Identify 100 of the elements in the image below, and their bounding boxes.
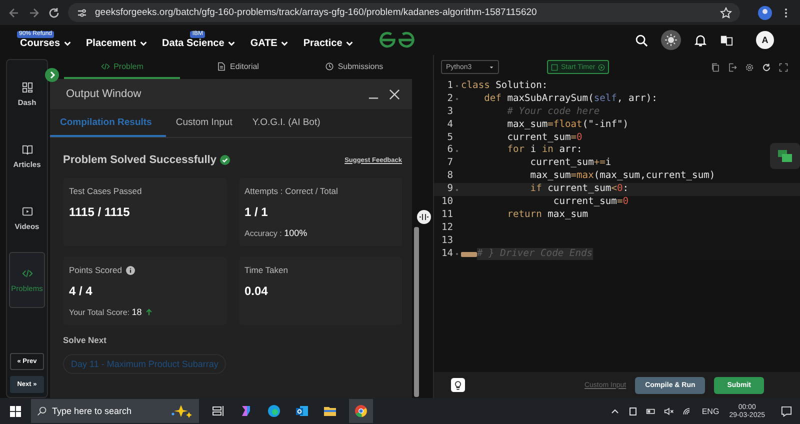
line-number: 11 <box>440 208 453 222</box>
code-line: current_sum=0 <box>506 132 582 144</box>
resize-handle-icon[interactable] <box>417 210 431 224</box>
forward-icon[interactable] <box>28 6 40 18</box>
star-icon[interactable] <box>720 6 732 18</box>
code-icon <box>100 62 110 70</box>
line-number: 4 <box>446 118 453 132</box>
nav-menu[interactable]: Courses <box>20 38 72 49</box>
settings-icon[interactable] <box>745 62 754 72</box>
profile-icon[interactable] <box>758 6 772 20</box>
line-number: 5 <box>446 132 453 144</box>
status-heading: Problem Solved Successfully <box>63 154 216 166</box>
line-number: 1 <box>446 80 453 93</box>
search-field[interactable]: Type here to search <box>52 406 164 416</box>
code-line: class Solution: <box>461 80 548 93</box>
card-title: Time Taken <box>244 265 288 275</box>
output-tab[interactable]: Custom Input <box>166 109 242 137</box>
theme-toggle-icon[interactable] <box>661 30 681 50</box>
code-line: current_sum=0 <box>552 196 629 209</box>
battery-icon[interactable] <box>646 406 656 416</box>
address-bar[interactable]: geeksforgeeks.org/batch/gfg-160-problems/track/arrays-gfg-160/problem/kadanes-algorithm-1587115620 <box>68 3 740 22</box>
windows-start-icon[interactable] <box>10 406 21 416</box>
chevron-down-icon <box>280 39 290 48</box>
chevron-down-icon <box>139 39 148 48</box>
line-number: 12 <box>440 222 453 235</box>
wifi-icon[interactable] <box>682 406 692 416</box>
dashboard-icon <box>22 82 32 92</box>
speaker-muted-icon[interactable] <box>664 406 674 416</box>
avatar[interactable]: A <box>756 31 774 49</box>
check-circle-icon <box>220 155 230 165</box>
nav-menu[interactable]: GATE <box>250 38 290 49</box>
caret-icon <box>489 64 494 70</box>
logo-icon[interactable] <box>378 30 416 50</box>
line-number: 9 <box>446 183 453 196</box>
card-title: Test Cases Passed <box>69 186 142 196</box>
play-icon <box>598 64 606 70</box>
line-number: 2 <box>446 92 453 106</box>
line-number: 13 <box>440 234 453 248</box>
copilot-icon[interactable] <box>239 404 253 418</box>
problem-tab[interactable]: Submissions <box>296 55 412 79</box>
nav-menu[interactable]: Data Science <box>162 38 236 49</box>
edge-icon[interactable] <box>267 404 281 418</box>
code-line: current_sum+=i <box>529 157 612 170</box>
expand-icon[interactable] <box>45 68 59 82</box>
code-line: max_sum=float("-inf") <box>506 118 629 132</box>
lightbulb-icon[interactable] <box>451 378 465 392</box>
card-note: Your Total Score: 18 <box>69 307 142 317</box>
copy-icon[interactable] <box>711 62 720 72</box>
code-line: max_sum=max(max_sum,current_sum) <box>529 170 716 184</box>
bell-icon[interactable] <box>694 34 707 46</box>
book-icon <box>22 144 32 154</box>
translate-icon[interactable] <box>720 34 733 46</box>
chrome-icon[interactable] <box>349 399 373 423</box>
url-text: geeksforgeeks.org/batch/gfg-160-problems/track/arrays-gfg-160/problem/kadanes-algorithm-1587115620 <box>95 7 538 18</box>
scrollbar[interactable] <box>414 227 419 397</box>
line-number: 10 <box>440 196 453 209</box>
taskbar-search-box[interactable]: Type here to search <box>31 399 199 423</box>
line-number: 14 <box>440 248 453 260</box>
export-icon[interactable] <box>728 62 737 72</box>
line-number: 6 <box>446 144 453 158</box>
reload-icon[interactable] <box>48 6 60 18</box>
nav-menu[interactable]: Placement <box>86 38 148 49</box>
code-line: # Your code here <box>506 106 600 119</box>
chevron-down-icon <box>345 39 354 48</box>
line-number: 7 <box>446 157 453 170</box>
search-icon[interactable] <box>635 34 648 46</box>
chat-icon[interactable] <box>770 143 800 169</box>
code-line: def maxSubArraySum(self, arr): <box>483 92 658 106</box>
card-value: 0.04 <box>244 284 269 298</box>
problem-tab[interactable]: Editorial <box>180 55 296 79</box>
output-tab[interactable]: Y.O.G.I. (AI Bot) <box>242 109 330 137</box>
search-icon <box>37 406 47 416</box>
notification-icon[interactable] <box>781 406 792 416</box>
card-title: Points Scored <box>69 265 122 275</box>
back-icon[interactable] <box>8 6 20 18</box>
outlook-icon[interactable] <box>295 404 309 418</box>
reset-icon[interactable] <box>762 62 771 72</box>
document-icon <box>217 62 226 70</box>
card-title: Attempts : Correct / Total <box>244 186 338 196</box>
video-icon <box>22 206 32 216</box>
chevron-down-icon <box>227 39 236 48</box>
card-note: Accuracy : 100% <box>244 228 308 238</box>
section-heading: Solve Next <box>63 335 108 345</box>
close-icon[interactable] <box>389 88 400 100</box>
nav-menu[interactable]: Practice <box>303 38 354 49</box>
window-title: Output Window <box>66 88 142 100</box>
site-settings-icon[interactable] <box>76 6 88 18</box>
line-number: 3 <box>446 106 453 119</box>
line-number: 8 <box>446 170 453 184</box>
card-value: 1115 / 1115 <box>69 205 131 219</box>
code-icon <box>22 268 32 278</box>
tablet-icon[interactable] <box>628 406 638 416</box>
task-view-icon[interactable] <box>211 404 225 418</box>
fullscreen-icon[interactable] <box>779 62 788 72</box>
code-line: if current_sum<0: <box>529 183 629 196</box>
info-icon[interactable] <box>126 266 135 274</box>
folder-icon[interactable] <box>323 404 337 418</box>
language-indicator[interactable]: ENG <box>702 406 720 416</box>
chevron-down-icon <box>63 39 72 48</box>
fold-marker-icon[interactable] <box>461 252 477 257</box>
